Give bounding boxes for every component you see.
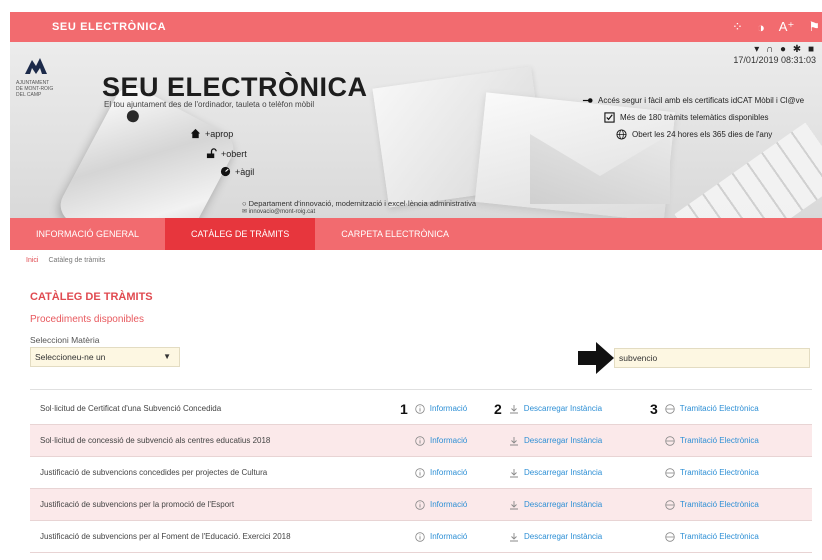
procedure-name[interactable]: Justificació de subvencions per al Fomen… [40, 532, 291, 541]
caret-down-icon: ▼ [163, 352, 171, 361]
feature-aprop: +aprop [190, 128, 233, 139]
info-icon [415, 467, 425, 478]
hero-subtitle: El tou ajuntament des de l'ordinador, ta… [104, 100, 315, 109]
electronic-link[interactable]: Tramitació Electrònica [665, 435, 759, 446]
callout-number: 2 [494, 400, 502, 417]
electronic-icon [665, 403, 675, 414]
download-link[interactable]: Descarregar Instància [509, 468, 602, 478]
results-list: Sol·licitud de Certificat d'una Subvenci… [30, 393, 812, 553]
breadcrumb-current: Catàleg de tràmits [48, 257, 106, 264]
info-link[interactable]: Informació [415, 531, 467, 542]
table-row: Sol·licitud de concessió de subvenció al… [30, 425, 812, 457]
contrast-icon[interactable]: ◑ [757, 20, 765, 35]
hero-title: SEU ELECTRÒNICA [102, 72, 368, 102]
table-row: Justificació de subvencions concedides p… [30, 457, 812, 489]
font-size-icon[interactable]: A⁺ [779, 19, 795, 35]
table-row: Sol·licitud de Certificat d'una Subvenci… [30, 393, 812, 425]
procedure-name[interactable]: Sol·licitud de Certificat d'una Subvenci… [40, 404, 221, 413]
main-nav: Informació general Catàleg de tràmits Ca… [10, 218, 822, 250]
divider [30, 389, 812, 390]
status-icons: ▾ ∩ ● ✱ ■ [754, 44, 816, 55]
info-icon [415, 499, 425, 510]
tab-carpeta-electronica[interactable]: Carpeta electrònica [315, 218, 475, 250]
download-icon [510, 436, 518, 445]
search-input[interactable] [614, 348, 810, 368]
download-icon [510, 532, 518, 541]
info-icon [415, 531, 425, 542]
flag-icon[interactable]: ⚑ [808, 19, 820, 35]
download-icon [509, 404, 518, 413]
download-link[interactable]: Descarregar Instància [509, 436, 602, 446]
subject-select-value: Seleccioneu-ne un [35, 352, 106, 362]
arrow-right-icon [578, 342, 614, 374]
key-icon [582, 98, 593, 103]
grid-icon[interactable]: ⁘ [732, 19, 743, 35]
info-icon [415, 403, 425, 414]
electronic-icon [665, 499, 675, 510]
hero-claims: Accés segur i fàcil amb els certificats … [582, 92, 804, 143]
subject-select[interactable]: Seleccioneu-ne un ▼ [30, 347, 180, 367]
electronic-icon [665, 531, 675, 542]
device-status: ▾ ∩ ● ✱ ■ 17/01/2019 08:31:03 [733, 44, 816, 65]
electronic-link[interactable]: Tramitació Electrònica [665, 499, 759, 510]
breadcrumb: Inici Catàleg de tràmits [26, 257, 105, 264]
info-link[interactable]: Informació [415, 499, 467, 510]
electronic-icon [665, 467, 675, 478]
camera-decoration [124, 108, 141, 125]
electronic-icon [665, 435, 675, 446]
download-link[interactable]: Descarregar Instància [509, 500, 602, 510]
tab-informacio-general[interactable]: Informació general [10, 218, 165, 250]
electronic-link[interactable]: Tramitació Electrònica [665, 531, 759, 542]
claim-secure: Accés segur i fàcil amb els certificats … [582, 92, 804, 109]
feature-obert: +obert [206, 148, 247, 159]
speedometer-icon [220, 166, 231, 177]
unlock-icon [206, 148, 217, 159]
department-email[interactable]: ✉ innovacio@mont-roig.cat [242, 208, 476, 217]
department-label: ○ Departament d'innovació, modernització… [242, 199, 476, 208]
download-link[interactable]: 2 Descarregar Instància [494, 401, 602, 417]
info-link[interactable]: Informació [415, 467, 467, 478]
feature-agil: +àgil [220, 166, 254, 177]
claim-procedures: Més de 180 tràmits telemàtics disponible… [604, 109, 804, 126]
procedure-name[interactable]: Justificació de subvencions concedides p… [40, 468, 267, 477]
brand-label: SEU ELECTRÒNICA [52, 21, 167, 33]
download-link[interactable]: Descarregar Instància [509, 532, 602, 542]
table-row: Justificació de subvencions per al Fomen… [30, 521, 812, 553]
subject-select-label: Seleccioni Matèria [30, 335, 100, 345]
download-icon [510, 468, 518, 477]
globe-icon [616, 129, 627, 140]
logo-text: AJUNTAMENT DE MONT-ROIG DEL CAMP [16, 80, 54, 98]
callout-number: 3 [650, 400, 658, 417]
accessibility-tools: ⁘ ◑ A⁺ ⚑ [732, 12, 820, 42]
info-icon [415, 435, 425, 446]
info-link[interactable]: 1 Informació [400, 401, 467, 417]
electronic-link[interactable]: 3 Tramitació Electrònica [650, 401, 759, 417]
top-bar: SEU ELECTRÒNICA ⁘ ◑ A⁺ ⚑ [10, 12, 822, 42]
page-title: CATÀLEG DE TRÀMITS [30, 291, 153, 303]
electronic-link[interactable]: Tramitació Electrònica [665, 467, 759, 478]
procedure-name[interactable]: Justificació de subvencions per la promo… [40, 500, 234, 509]
breadcrumb-home[interactable]: Inici [26, 257, 38, 264]
procedure-name[interactable]: Sol·licitud de concessió de subvenció al… [40, 436, 270, 445]
tab-cataleg-de-tramits[interactable]: Catàleg de tràmits [165, 218, 316, 250]
department-info: ○ Departament d'innovació, modernització… [242, 199, 476, 217]
home-icon [190, 128, 201, 139]
download-icon [510, 500, 518, 509]
callout-number: 1 [400, 400, 408, 417]
info-link[interactable]: Informació [415, 435, 467, 446]
checkbox-icon [604, 112, 615, 123]
claim-open: Obert les 24 hores els 365 dies de l'any [616, 126, 804, 143]
page-subtitle: Procediments disponibles [30, 314, 144, 325]
table-row: Justificació de subvencions per la promo… [30, 489, 812, 521]
hero-banner: AJUNTAMENT DE MONT-ROIG DEL CAMP SEU ELE… [10, 42, 822, 218]
municipal-logo-icon [25, 58, 47, 74]
datetime-label: 17/01/2019 08:31:03 [733, 55, 816, 65]
